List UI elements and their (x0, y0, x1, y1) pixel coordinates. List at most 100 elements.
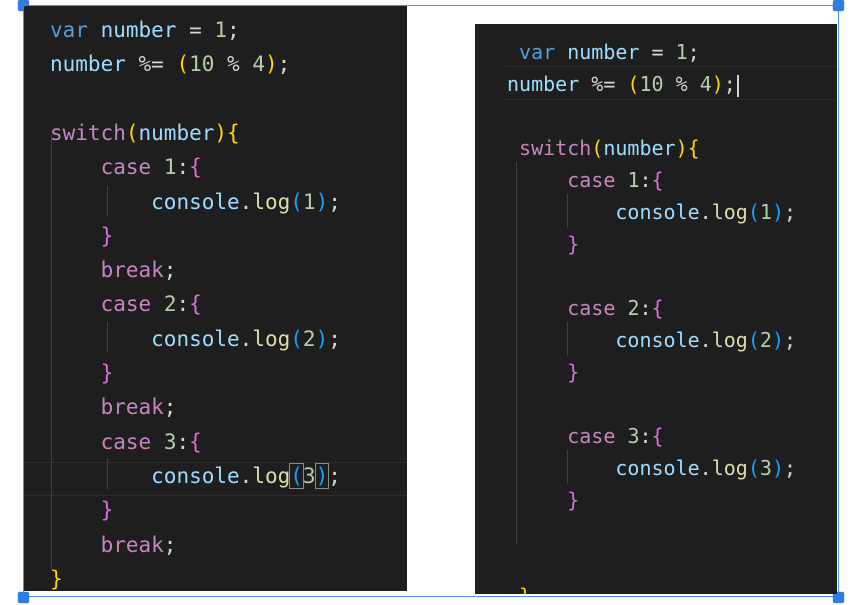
code-token: % (663, 72, 700, 96)
code-line[interactable]: } (24, 493, 407, 527)
code-token: break (100, 395, 164, 420)
code-token: log (711, 200, 748, 224)
code-token: ( (747, 200, 760, 224)
code-line[interactable]: } (475, 484, 837, 516)
code-token: ) (264, 52, 278, 77)
code-token: . (239, 189, 253, 214)
code-line[interactable] (24, 82, 407, 116)
code-line[interactable]: switch(number){ (24, 116, 407, 150)
code-token: { (189, 429, 202, 454)
code-token: : (176, 292, 190, 317)
code-token: ) (315, 189, 329, 214)
code-token: : (639, 296, 652, 320)
code-line[interactable]: console.log(2); (475, 324, 837, 356)
code-line[interactable]: console.log(3); (475, 452, 837, 484)
code-token: 10 (189, 52, 215, 77)
code-token: % (214, 52, 253, 77)
code-line[interactable]: break; (24, 253, 407, 287)
code-line[interactable] (475, 100, 837, 132)
code-token: ( (289, 462, 304, 489)
code-line[interactable]: } (475, 580, 837, 594)
code-token: 3 (627, 424, 640, 448)
code-token: } (50, 566, 63, 591)
code-line[interactable]: case 1:{ (24, 150, 407, 184)
text-cursor (736, 74, 739, 97)
code-token: log (711, 328, 748, 352)
code-token: { (687, 136, 700, 160)
code-token: } (567, 488, 580, 512)
code-token: 3 (163, 429, 177, 454)
code-line[interactable]: } (24, 356, 407, 390)
code-token: ; (783, 328, 797, 352)
code-line[interactable]: case 2:{ (475, 292, 837, 324)
code-line[interactable]: case 1:{ (475, 164, 837, 196)
code-line[interactable] (475, 260, 837, 292)
code-line[interactable]: case 2:{ (24, 287, 407, 321)
code-token: case (100, 292, 152, 317)
code-token: : (639, 168, 652, 192)
code-token: { (651, 424, 664, 448)
code-line[interactable] (475, 388, 837, 420)
code-line[interactable] (475, 516, 837, 548)
code-line[interactable]: case 3:{ (475, 420, 837, 452)
code-token: ( (747, 456, 760, 480)
code-line[interactable]: switch(number){ (475, 132, 837, 164)
code-line[interactable] (475, 548, 837, 580)
code-token: ; (277, 52, 291, 77)
code-line[interactable]: } (475, 356, 837, 388)
code-token: number (50, 52, 126, 77)
code-token: ( (627, 72, 640, 96)
code-token: : (639, 424, 652, 448)
resize-handle-top-right[interactable] (833, 0, 844, 11)
code-line[interactable]: var number = 1; (24, 13, 407, 47)
code-token: %= (125, 52, 177, 77)
code-token: ; (783, 200, 797, 224)
resize-handle-bottom-left[interactable] (18, 592, 29, 603)
code-line[interactable]: console.log(1); (475, 196, 837, 228)
code-token: console (151, 463, 240, 488)
code-token: . (239, 463, 253, 488)
code-token: ; (328, 463, 341, 488)
code-line[interactable]: break; (24, 528, 407, 562)
code-editor-right[interactable]: var number = 1; number %= (10 % 4); switc… (475, 24, 837, 594)
code-token: %= (579, 72, 628, 96)
code-line[interactable]: } (475, 228, 837, 260)
code-line[interactable]: console.log(2); (24, 322, 407, 356)
code-token: number (603, 136, 676, 160)
code-token: } (100, 223, 114, 248)
code-token: number (138, 120, 215, 145)
code-token: number (567, 40, 640, 64)
code-token: { (651, 168, 664, 192)
code-token: 2 (302, 326, 316, 351)
code-token: console (151, 189, 240, 214)
code-line[interactable]: } (24, 562, 407, 591)
code-line[interactable]: console.log(3); (24, 459, 407, 493)
code-editor-left[interactable]: var number = 1; number %= (10 % 4); switch… (24, 6, 407, 591)
code-token: console (615, 200, 700, 224)
code-token: : (176, 429, 190, 454)
code-token: 2 (163, 292, 177, 317)
code-token: ( (290, 189, 303, 214)
code-line[interactable]: } (24, 219, 407, 253)
code-line[interactable]: console.log(1); (24, 185, 407, 219)
code-line[interactable]: var number = 1; (475, 36, 837, 68)
code-token: ( (176, 52, 190, 77)
code-token: ; (328, 326, 341, 351)
code-line[interactable]: number %= (10 % 4); (475, 68, 837, 100)
code-line[interactable]: break; (24, 390, 407, 424)
code-token: ; (163, 395, 177, 420)
code-line[interactable]: case 3:{ (24, 425, 407, 459)
code-line[interactable]: number %= (10 % 4); (24, 47, 407, 81)
